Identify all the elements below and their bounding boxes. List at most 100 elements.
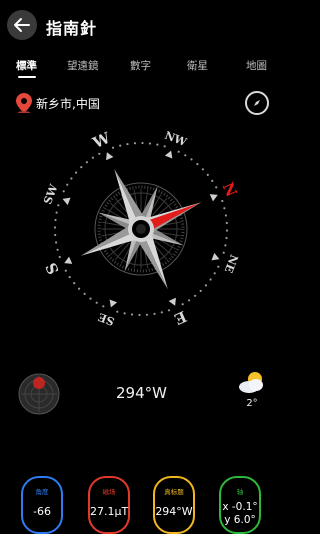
tick-dot xyxy=(89,297,92,300)
card-magnetic-value: 27.1μT xyxy=(90,505,129,518)
tick-dot xyxy=(225,236,228,240)
card-axis[interactable]: 轴 x -0.1° y 6.0° xyxy=(219,476,261,534)
card-angle-label: 角度 xyxy=(35,488,49,496)
compass-mode-button[interactable] xyxy=(245,91,269,115)
tick-dot xyxy=(194,294,197,297)
tick-dot xyxy=(133,142,137,145)
tick-dot xyxy=(80,166,83,169)
tick-dot xyxy=(209,278,212,281)
cardinal-label-nw: NW xyxy=(163,129,189,149)
tick-dot xyxy=(224,244,227,247)
location-row[interactable]: 新乡市,中国 xyxy=(16,92,100,114)
card-axis-x: x -0.1° xyxy=(222,501,258,513)
tick-dot xyxy=(53,226,57,229)
tab-bar: 標準 望遠鏡 數字 衛星 地圖 xyxy=(0,58,283,88)
tick-dot xyxy=(83,292,86,295)
tick-dot xyxy=(78,287,81,290)
tick-dot xyxy=(95,301,98,304)
tick-dot xyxy=(55,211,58,214)
tick-dot xyxy=(148,142,152,145)
tick-dot xyxy=(213,272,216,275)
tick-dot xyxy=(225,229,229,232)
cardinal-label-se: SE xyxy=(96,310,116,328)
tick-dot xyxy=(111,146,115,149)
tab-satellite[interactable]: 衛星 xyxy=(187,58,208,73)
back-button[interactable] xyxy=(7,10,37,40)
tick-dot xyxy=(64,269,67,272)
tick-dot xyxy=(206,173,209,176)
tab-active-indicator xyxy=(18,76,36,78)
tick-dot xyxy=(62,190,65,193)
cardinal-label-w: W xyxy=(89,128,114,152)
tick-dot xyxy=(130,313,134,316)
tick-dot xyxy=(222,251,225,254)
cardinal-marker xyxy=(164,150,173,159)
tick-dot xyxy=(201,168,204,171)
tick-dot xyxy=(204,284,207,287)
card-axis-value: x -0.1° y 6.0° xyxy=(221,501,259,527)
tick-dot xyxy=(153,312,156,315)
weather-widget[interactable]: 2° xyxy=(236,370,268,409)
tick-dot xyxy=(75,171,78,174)
tick-dot xyxy=(196,163,199,166)
cardinal-marker xyxy=(211,252,220,261)
tick-dot xyxy=(141,141,144,145)
tick-dot xyxy=(156,143,159,146)
card-true-heading[interactable]: 真标题 294°W xyxy=(153,476,195,534)
cardinal-marker xyxy=(209,194,218,202)
tick-dot xyxy=(98,152,101,155)
card-axis-y: y 6.0° xyxy=(224,514,256,526)
tick-dot xyxy=(58,255,61,259)
tick-dot xyxy=(138,313,141,317)
tick-dot xyxy=(160,311,163,314)
tick-dot xyxy=(91,156,94,159)
cardinal-label-sw: SW xyxy=(41,182,61,206)
tick-dot xyxy=(181,303,184,306)
location-text: 新乡市,中国 xyxy=(36,96,100,111)
tick-dot xyxy=(225,221,228,225)
tick-dot xyxy=(85,161,88,164)
cardinal-marker xyxy=(106,152,114,161)
cardinal-label-s: S xyxy=(42,260,63,277)
tick-dot xyxy=(123,312,126,315)
tick-dot xyxy=(177,150,180,153)
cardinal-marker xyxy=(62,197,71,206)
tick-dot xyxy=(102,305,105,308)
tick-dot xyxy=(57,204,60,207)
tab-map[interactable]: 地圖 xyxy=(246,58,267,73)
card-angle-value: -66 xyxy=(33,505,51,518)
tick-dot xyxy=(184,154,187,157)
tick-dot xyxy=(70,177,73,180)
tick-dot xyxy=(224,214,227,217)
tick-dot xyxy=(54,233,57,237)
tick-dot xyxy=(54,218,57,222)
cardinal-marker xyxy=(109,299,118,308)
tick-dot xyxy=(188,299,191,302)
tick-dot xyxy=(55,241,58,244)
tick-dot xyxy=(56,248,59,251)
cardinal-marker xyxy=(64,256,73,264)
tab-standard[interactable]: 標準 xyxy=(16,58,37,73)
tick-dot xyxy=(199,289,202,292)
compass-dial: N NE E SE S SW W NW xyxy=(41,128,241,328)
tick-dot xyxy=(215,186,218,189)
tick-dot xyxy=(223,207,226,210)
tab-telescope[interactable]: 望遠鏡 xyxy=(67,58,99,73)
tick-dot xyxy=(66,183,69,186)
cardinal-label-n: N xyxy=(219,180,241,200)
compass-hub xyxy=(128,216,154,242)
tab-digital[interactable]: 數字 xyxy=(130,58,151,73)
tick-dot xyxy=(211,179,214,182)
partly-cloudy-icon xyxy=(239,372,263,393)
card-magnetic[interactable]: 磁场 27.1μT xyxy=(88,476,130,534)
cardinal-label-ne: NE xyxy=(222,253,241,275)
page-title: 指南針 xyxy=(46,19,98,38)
tick-dot xyxy=(145,313,149,316)
card-true-heading-value: 294°W xyxy=(155,505,193,518)
tick-dot xyxy=(167,309,171,312)
card-magnetic-label: 磁场 xyxy=(102,488,116,496)
cardinal-marker xyxy=(168,297,176,306)
app-header: 指南針 xyxy=(0,0,283,50)
card-angle[interactable]: 角度 -66 xyxy=(21,476,63,534)
card-axis-label: 轴 xyxy=(236,488,244,496)
